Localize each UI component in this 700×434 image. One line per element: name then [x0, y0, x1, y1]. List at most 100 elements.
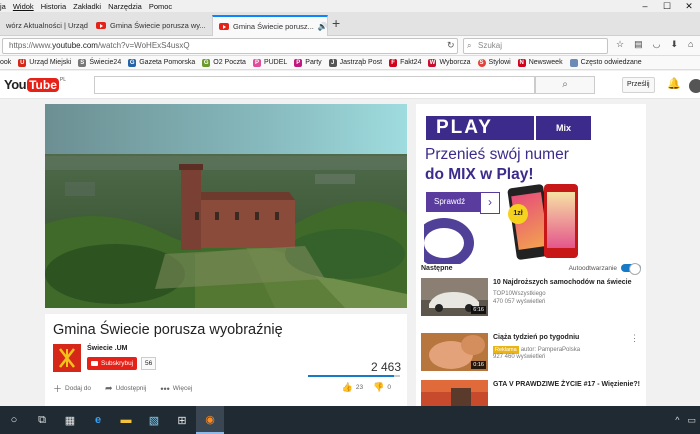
download-icon[interactable]: ⬇ — [670, 39, 678, 50]
upload-button[interactable]: Prześlij — [622, 77, 655, 93]
chevron-up-icon[interactable]: ^ — [675, 415, 679, 426]
reload-icon[interactable]: ↻ — [447, 40, 455, 51]
bookmark-label: Często odwiedzane — [580, 59, 642, 66]
bookmark-favicon-icon: G — [128, 58, 137, 67]
up-next-header: Następne Autoodtwarzanie — [421, 263, 641, 275]
bookmark-favicon-icon: N — [517, 58, 526, 67]
bookmark-item[interactable]: G O2 Poczta — [202, 58, 246, 67]
close-window-icon[interactable]: ✕ — [678, 0, 700, 12]
bookmark-item[interactable]: P Party — [294, 58, 322, 67]
calculator-icon[interactable]: ▦ — [56, 406, 84, 434]
ad-decor-swirl — [424, 218, 474, 264]
video-thumbnail[interactable]: 0:16 — [421, 333, 488, 371]
notifications-bell-icon[interactable]: 🔔 — [667, 77, 681, 90]
tab-youtube-1[interactable]: Gmina Świecie porusza wy... ✕ — [90, 15, 208, 36]
url-bar[interactable]: https://www.youtube.com/watch?v=WoHExS4u… — [2, 38, 458, 54]
menu-item-bookmarks[interactable]: Zakładki — [73, 2, 101, 11]
autoplay-label: Autoodtwarzanie — [568, 264, 617, 272]
menu-item-view[interactable]: Widok — [13, 2, 34, 11]
list-item[interactable]: GTA V PRAWDZIWE ŻYCIE #17 - Więzienie?! — [421, 380, 641, 406]
like-button[interactable]: 👍 23 — [342, 382, 363, 393]
price-value: 1zł — [513, 210, 523, 217]
app-icon[interactable]: ▧ — [140, 406, 168, 434]
more-label: Więcej — [172, 385, 193, 392]
menu-item-history[interactable]: Historia — [41, 2, 66, 11]
list-item[interactable]: 6:16 10 Najdroższych samochodów na świec… — [421, 278, 641, 318]
avatar[interactable] — [689, 79, 700, 93]
pocket-icon[interactable]: ◡ — [653, 39, 661, 50]
phone-image — [544, 184, 578, 258]
share-label: Udostępnij — [115, 385, 147, 392]
bookmark-favicon-icon: G — [202, 58, 211, 67]
bookmark-item[interactable]: S Stylowi — [477, 58, 511, 67]
menu-item-file[interactable]: ja — [0, 2, 6, 11]
maximize-icon[interactable]: ☐ — [656, 0, 678, 12]
logo-you: You — [4, 77, 27, 92]
video-thumbnail[interactable] — [421, 380, 488, 406]
bookmark-label: ook — [0, 59, 12, 66]
youtube-search-button[interactable]: ⌕ — [535, 76, 595, 94]
play-ad-banner[interactable]: PLAY Mix Przenieś swój numer do MIX w Pl… — [424, 114, 594, 264]
tab-label: wórz Aktualności | Urząd... — [6, 21, 88, 30]
bookmark-favicon-icon: W — [428, 58, 437, 67]
ad-badge: Reklama — [493, 346, 519, 354]
channel-name[interactable]: Świecie .UM — [87, 345, 127, 352]
share-arrow-icon: ➦ — [105, 383, 113, 393]
toolbar-icons: ☆ ▤ ◡ ⬇ ⌂ — [616, 39, 693, 50]
channel-logo[interactable] — [53, 344, 81, 372]
clipboard-icon[interactable]: ▤ — [634, 39, 643, 50]
file-explorer-icon[interactable]: ▬ — [112, 406, 140, 434]
network-icon[interactable]: ▭ — [687, 415, 696, 426]
bookmark-item[interactable]: P PUDEL — [252, 58, 288, 67]
speaker-icon[interactable]: 🔊 — [318, 22, 327, 31]
dislike-button[interactable]: 👎 0 — [373, 382, 391, 393]
menu-item-help[interactable]: Pomoc — [149, 2, 172, 11]
bookmark-item[interactable]: Często odwiedzane — [569, 58, 642, 67]
search-icon[interactable]: ○ — [0, 406, 28, 434]
subscribe-button[interactable]: Subskrybuj — [87, 357, 138, 370]
autoplay-toggle[interactable] — [621, 263, 641, 275]
bookmark-item[interactable]: Ś Świecie24 — [78, 58, 121, 67]
search-bar[interactable]: ⌕ Szukaj — [463, 38, 608, 54]
item-channel: TOP10Wszystkiego — [493, 291, 546, 297]
item-title: 10 Najdroższych samochodów na świecie — [493, 279, 632, 286]
bookmark-item[interactable]: ook — [0, 59, 11, 66]
bookmark-favicon-icon: J — [328, 58, 337, 67]
home-icon[interactable]: ⌂ — [688, 39, 693, 50]
new-tab-icon[interactable]: + — [332, 15, 340, 31]
ad-cta-button[interactable]: Sprawdź — [426, 192, 500, 214]
share-button[interactable]: ➦ Udostępnij — [105, 383, 146, 394]
bookmark-item[interactable]: U Urząd Miejski — [18, 58, 71, 67]
edge-browser-icon[interactable]: e — [84, 406, 112, 434]
firefox-icon[interactable]: ◉ — [196, 406, 224, 434]
window-controls: – ☐ ✕ — [634, 0, 700, 12]
tab-urzad[interactable]: wórz Aktualności | Urząd... — [0, 15, 88, 36]
bookmark-item[interactable]: W Wyborcza — [428, 58, 471, 67]
list-item[interactable]: 0:16 Ciąża tydzień po tygodniu Reklama au… — [421, 333, 641, 373]
youtube-search-input[interactable] — [94, 76, 535, 94]
item-title: Ciąża tydzień po tygodniu — [493, 334, 580, 341]
task-view-icon[interactable]: ⧉ — [28, 406, 56, 434]
bookmark-item[interactable]: J Jastrząb Post — [328, 58, 382, 67]
bookmark-item[interactable]: F Fakt24 — [389, 58, 422, 67]
bookmark-star-icon[interactable]: ☆ — [616, 39, 624, 50]
video-player[interactable] — [45, 104, 407, 308]
tab-youtube-active[interactable]: Gmina Świecie porusz... 🔊 ✕ — [212, 15, 328, 36]
tab-bar: wórz Aktualności | Urząd... Gmina Świeci… — [0, 12, 700, 36]
youtube-logo[interactable]: You Tube PL — [4, 77, 66, 92]
bookmark-label: Fakt24 — [400, 59, 422, 66]
add-to-button[interactable]: ＋ Dodaj do — [53, 382, 91, 395]
minimize-icon[interactable]: – — [634, 0, 656, 12]
more-vert-icon[interactable]: ⋮ — [630, 333, 639, 344]
video-thumbnail[interactable]: 6:16 — [421, 278, 488, 316]
bookmark-item[interactable]: N Newsweek — [517, 58, 563, 67]
play-brand-logo: PLAY — [426, 116, 534, 140]
bookmark-label: Stylowi — [488, 59, 511, 66]
bookmark-label: PUDEL — [263, 59, 288, 66]
duration-badge: 6:16 — [471, 306, 486, 314]
store-icon[interactable]: ⊞ — [168, 406, 196, 434]
menu-item-tools[interactable]: Narzędzia — [108, 2, 142, 11]
more-button[interactable]: ••• Więcej — [160, 384, 192, 394]
item-views: 927 460 wyświetleń — [493, 354, 546, 360]
bookmark-item[interactable]: G Gazeta Pomorska — [128, 58, 195, 67]
